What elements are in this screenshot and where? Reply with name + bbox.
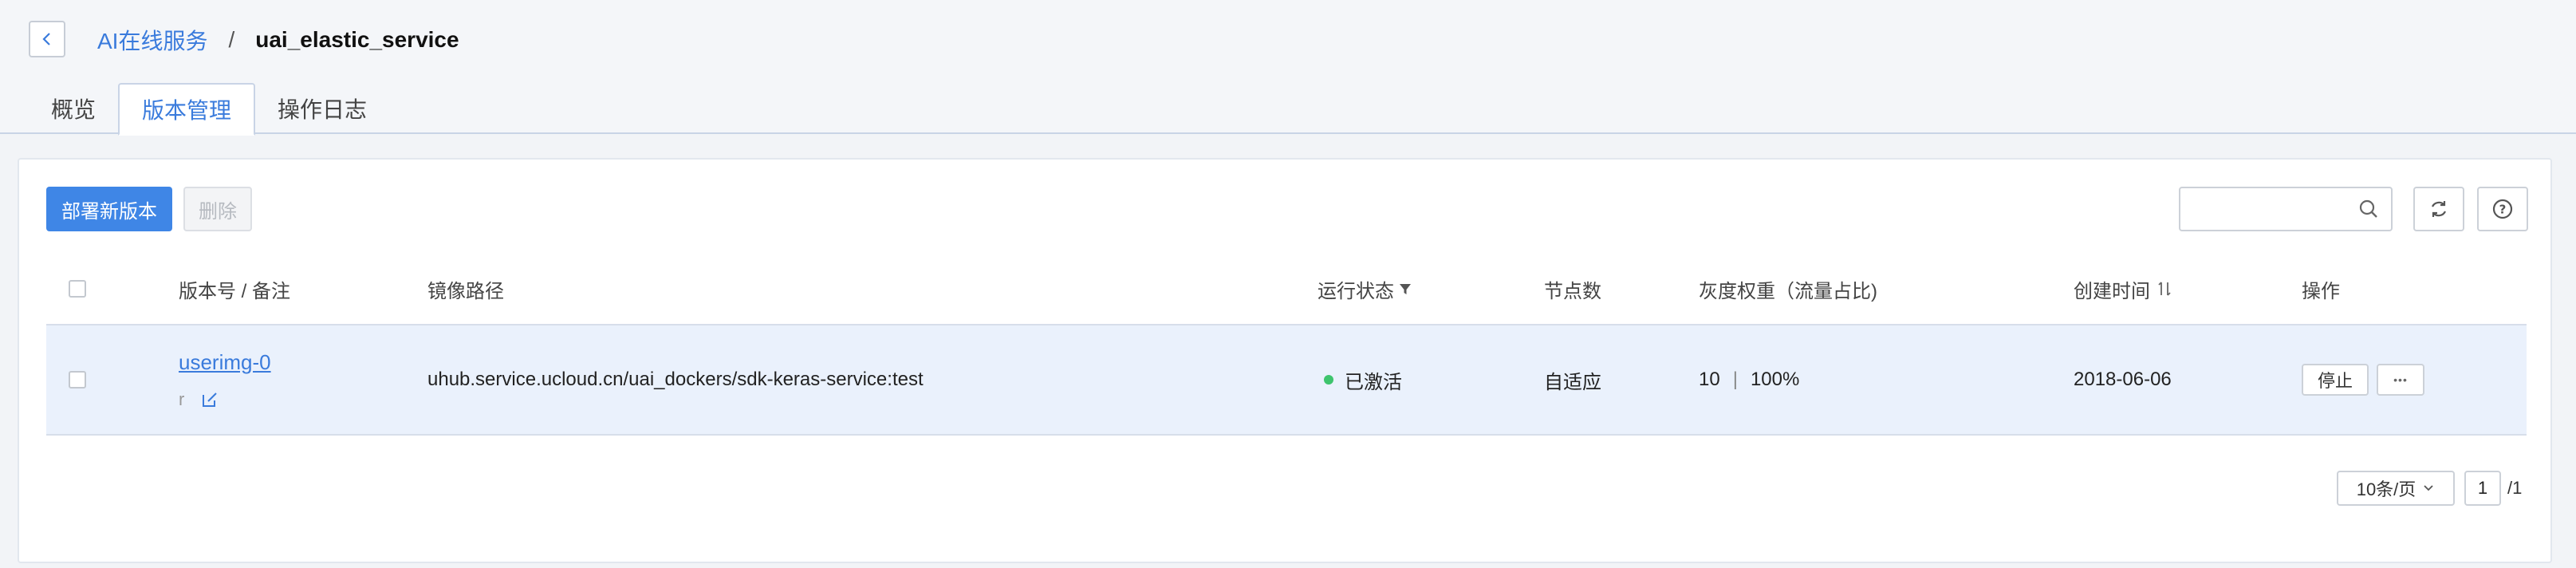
column-version: 版本号 / 备注 xyxy=(179,280,291,302)
table-row: userimg-0 r uhub.service.ucloud.cn/uai_d… xyxy=(46,325,2527,436)
row-checkbox[interactable] xyxy=(69,371,86,389)
column-created[interactable]: 创建时间 xyxy=(2074,254,2172,324)
tab-bar: 概览 版本管理 操作日志 xyxy=(29,83,389,136)
column-status[interactable]: 运行状态 xyxy=(1318,254,1413,324)
tab-operation-log[interactable]: 操作日志 xyxy=(255,83,389,134)
breadcrumb: AI在线服务 / uai_elastic_service xyxy=(97,24,459,56)
status-active-dot xyxy=(1324,375,1333,385)
more-actions-button[interactable]: ••• xyxy=(2377,364,2424,396)
deploy-new-version-button[interactable]: 部署新版本 xyxy=(46,187,172,231)
table-header: 版本号 / 备注 镜像路径 运行状态 节点数 灰度权重（流量占比) 创建时间 操… xyxy=(46,254,2527,325)
stop-button[interactable]: 停止 xyxy=(2302,364,2369,396)
svg-text:?: ? xyxy=(2499,203,2507,217)
tab-version-management[interactable]: 版本管理 xyxy=(118,83,256,136)
back-button[interactable] xyxy=(29,21,65,57)
column-actions: 操作 xyxy=(2302,280,2340,302)
help-button[interactable]: ? xyxy=(2477,187,2528,231)
breadcrumb-separator: / xyxy=(228,27,235,52)
version-panel: 部署新版本 删除 ? 版本号 / 备注 镜像路径 运行状态 节点数 灰度权重（流… xyxy=(18,158,2552,563)
weight-cell: 10 | 100% xyxy=(1699,325,1799,434)
column-image-path: 镜像路径 xyxy=(427,280,504,302)
select-all-checkbox[interactable] xyxy=(69,280,86,298)
refresh-button[interactable] xyxy=(2413,187,2464,231)
status-text: 已激活 xyxy=(1345,371,1402,393)
weight-separator: | xyxy=(1732,369,1738,390)
version-link[interactable]: userimg-0 xyxy=(179,350,271,375)
breadcrumb-parent-link[interactable]: AI在线服务 xyxy=(97,24,207,56)
image-path: uhub.service.ucloud.cn/uai_dockers/sdk-k… xyxy=(427,369,924,390)
current-page[interactable]: 1 xyxy=(2464,471,2501,506)
node-count: 自适应 xyxy=(1544,371,1601,393)
help-icon: ? xyxy=(2492,199,2513,219)
version-note: r xyxy=(179,389,185,409)
column-weight: 灰度权重（流量占比) xyxy=(1699,280,1877,302)
chevron-down-icon xyxy=(2424,485,2433,491)
edit-note-icon[interactable] xyxy=(200,390,219,409)
delete-button[interactable]: 删除 xyxy=(183,187,252,231)
row-actions: 停止 ••• xyxy=(2302,325,2424,434)
breadcrumb-current: uai_elastic_service xyxy=(255,27,459,52)
search-field[interactable] xyxy=(2179,187,2393,231)
column-status-label: 运行状态 xyxy=(1318,280,1394,302)
search-input[interactable] xyxy=(2190,188,2357,228)
weight-percent: 100% xyxy=(1750,369,1800,390)
total-pages: /1 xyxy=(2507,478,2523,498)
note-line: r xyxy=(179,389,219,410)
weight-value: 10 xyxy=(1699,369,1720,390)
filter-icon[interactable] xyxy=(1397,281,1413,297)
page-header: AI在线服务 / uai_elastic_service 概览 版本管理 操作日… xyxy=(0,0,2576,136)
chevron-left-icon xyxy=(42,33,50,45)
tab-overview[interactable]: 概览 xyxy=(29,83,118,134)
status-cell: 已激活 xyxy=(1324,325,1402,434)
refresh-icon xyxy=(2432,201,2446,217)
column-nodes: 节点数 xyxy=(1544,280,1601,302)
column-created-label: 创建时间 xyxy=(2074,280,2150,302)
sort-icon[interactable] xyxy=(2157,280,2172,298)
page-size-label: 10条/页 xyxy=(2356,479,2416,499)
page-size-select[interactable]: 10条/页 xyxy=(2337,471,2455,506)
created-date: 2018-06-06 xyxy=(2074,369,2172,390)
search-icon[interactable] xyxy=(2357,198,2380,220)
